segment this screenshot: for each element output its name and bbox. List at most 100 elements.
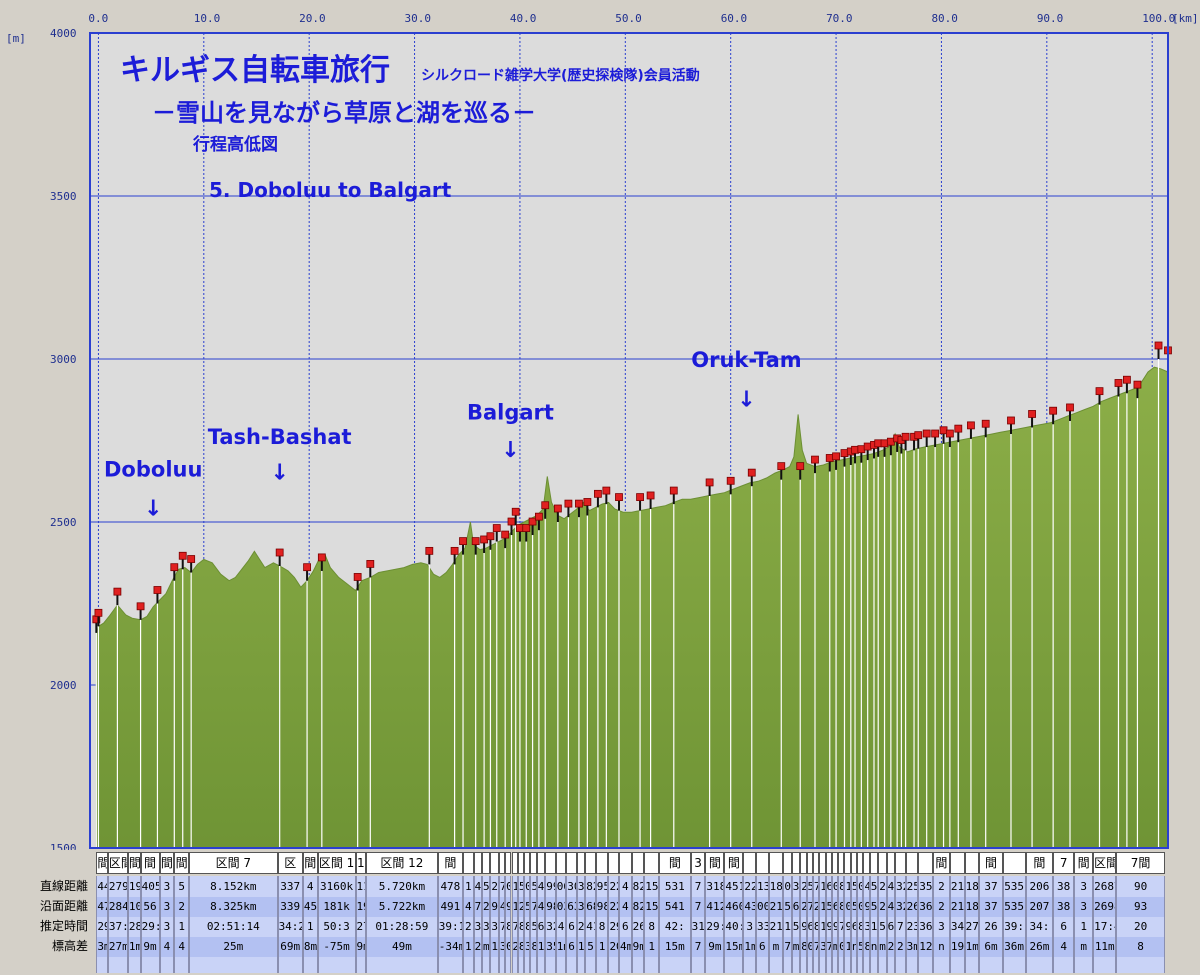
segment-cell: 99 xyxy=(546,880,555,893)
segment-cell: 2 xyxy=(577,920,585,933)
segment-cell: 56 xyxy=(141,897,159,917)
segment-cell: 4128 xyxy=(706,897,724,917)
chart-title-line2: －雪山を見ながら草原と湖を巡る－ xyxy=(152,99,536,127)
segment-cell: 1 xyxy=(845,937,850,957)
segment-cell: 3 xyxy=(746,920,753,933)
y-axis-ticks: 4000 3500 3000 2500 2000 1500 xyxy=(50,27,77,850)
segment-cell: 3 xyxy=(163,880,171,893)
segment-cell: 25 xyxy=(906,880,918,893)
segment-header: 間 xyxy=(979,852,1003,874)
segment-cell: 9m xyxy=(706,937,724,957)
segment-header: 区間 7 xyxy=(189,852,278,874)
segment-cell: 4 xyxy=(499,897,505,917)
segment-cell: 8 xyxy=(864,937,869,957)
segment-column: 279 284 37: 27m xyxy=(107,876,128,973)
segment-cell: 2 xyxy=(491,880,498,893)
segment-column: 186 186 27 1m xyxy=(964,876,980,973)
segment-cell: 9 xyxy=(506,897,511,917)
segment-cell: 15m xyxy=(725,937,743,957)
segment-cell: 9 xyxy=(864,897,869,917)
segment-column: 4 4 6 4m xyxy=(618,876,632,973)
segment-cell: 3 xyxy=(483,920,490,933)
segment-cell: 22 xyxy=(744,880,755,893)
segment-header: 間 xyxy=(724,852,744,874)
segment-header: 7間 xyxy=(1116,852,1165,874)
segment-cell: 35 xyxy=(546,937,555,957)
segment-cell: 45 xyxy=(887,880,895,893)
segment-cell: 0 xyxy=(845,897,850,917)
segment-column: 22 43 3 1m xyxy=(743,876,756,973)
x-unit-label: [km] xyxy=(1172,12,1199,25)
segment-cell: 207 xyxy=(1026,897,1053,917)
segment-cell: 1 xyxy=(512,897,517,917)
segment-cell: 3 xyxy=(160,897,174,917)
segment-cell: 8 xyxy=(801,937,806,957)
segment-cell: 4 xyxy=(537,880,545,893)
segment-cell: 0 xyxy=(858,877,862,897)
segment-cell: 29: xyxy=(97,920,107,933)
segment-cell: 36 xyxy=(919,920,932,933)
segment-cell: 32 xyxy=(896,897,905,917)
segment-header xyxy=(886,852,896,874)
segment-cell: 3 xyxy=(163,920,171,933)
segment-cell: 3 xyxy=(1075,897,1093,917)
segment-cell: 1 xyxy=(464,937,473,957)
segment-cell: 01:28:59 xyxy=(375,920,429,933)
chart-subtitle: シルクロード雑学大学(歴史探検隊)会員活動 xyxy=(421,67,700,84)
segment-cell: 1 xyxy=(491,937,498,957)
segment-cell: 28 xyxy=(128,920,140,933)
y-tick-label: 4000 xyxy=(50,27,77,40)
segment-cell: 478 xyxy=(440,880,461,893)
segment-cell: 337 xyxy=(280,880,301,893)
segment-cell: 36m xyxy=(1003,937,1025,957)
segment-cell: 6m xyxy=(980,937,1002,957)
segment-cell: 4 xyxy=(557,920,565,933)
segment-header xyxy=(473,852,482,874)
segment-cell: 541 xyxy=(660,897,690,917)
segment-column: 25 26 23 3m xyxy=(905,876,919,973)
segment-cell: 186 xyxy=(965,880,979,893)
segment-cell: 11m xyxy=(1094,937,1116,957)
segment-column: 195 100 28 1m xyxy=(127,876,141,973)
segment-header: 1 xyxy=(355,852,367,874)
segment-cell: 1 xyxy=(820,897,825,917)
segment-header: 間 xyxy=(302,852,318,874)
segment-cell: 11 xyxy=(356,880,366,893)
segment-column: 29 29 5 m xyxy=(878,876,887,973)
segment-header xyxy=(566,852,577,874)
segment-cell: 100 xyxy=(128,897,140,917)
segment-cell: 21 xyxy=(769,920,783,933)
segment-column: 451 460 40: 15m xyxy=(724,876,744,973)
segment-cell: 82 xyxy=(632,880,644,893)
segment-cell: 49m xyxy=(367,937,437,957)
segment-cell: 535 xyxy=(1004,880,1025,893)
segment-cell: 339 xyxy=(278,897,302,917)
x-tick-label: 100.0 xyxy=(1142,12,1175,25)
segment-cell: 8.152km xyxy=(210,880,257,893)
segment-header xyxy=(878,852,887,874)
segment-cell: 0 xyxy=(807,937,812,957)
segment-cell: m xyxy=(832,937,838,957)
segment-header xyxy=(743,852,756,874)
segment-header: 間 xyxy=(1025,852,1054,874)
segment-cell: 4m xyxy=(619,937,631,957)
elevation-chart: 0.0 10.0 20.0 30.0 40.0 50.0 60.0 70.0 80.0 90.0 1… xyxy=(6,12,1199,850)
segment-column: 8.152km 8.325km 02:51:14 25m xyxy=(189,876,278,973)
segment-cell: 15 xyxy=(645,897,659,917)
segment-cell: -34m xyxy=(438,937,463,957)
segment-cell: 26 xyxy=(984,920,998,933)
segment-column: 2 2 3 n xyxy=(933,876,950,973)
segment-cell: 27m xyxy=(108,937,127,957)
segment-cell: 3 xyxy=(525,937,530,957)
segment-cell: 15m xyxy=(660,937,690,957)
segment-cell: 37: xyxy=(108,920,127,933)
segment-cell: 5 xyxy=(879,920,886,933)
segment-header xyxy=(791,852,801,874)
segment-cell: 18 xyxy=(769,880,783,893)
segment-cell: 39:1 xyxy=(438,920,462,933)
segment-column: 30 63 6 6 xyxy=(566,876,577,973)
segment-cell: 30 xyxy=(567,880,576,893)
segment-cell: 7 xyxy=(691,897,705,917)
segment-cell: 0 xyxy=(839,937,844,957)
segment-cell: 5 xyxy=(532,917,536,937)
